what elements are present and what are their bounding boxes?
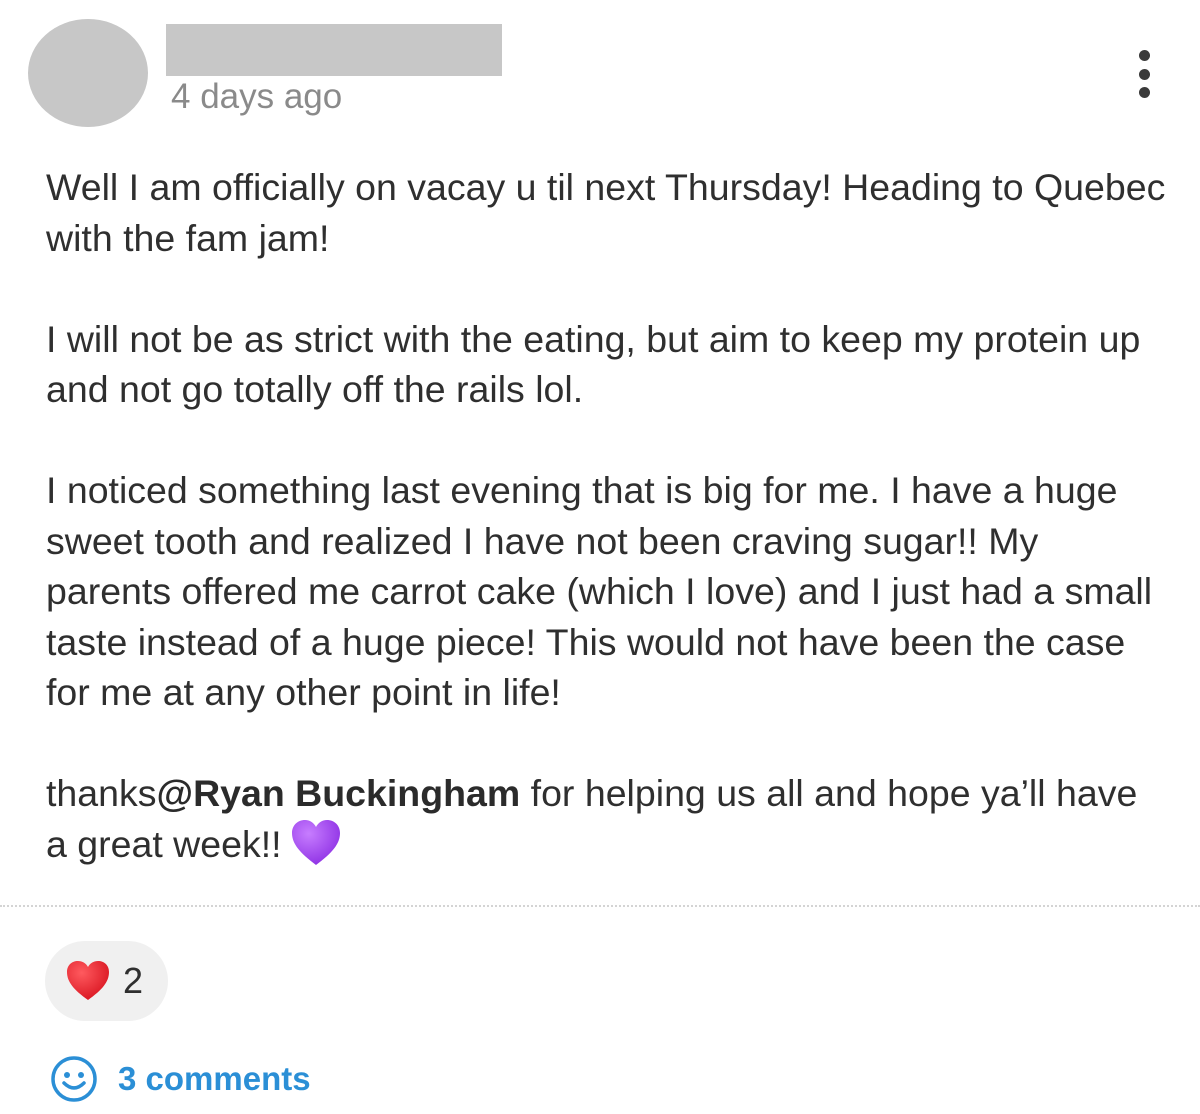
reaction-button[interactable]: 2 (45, 941, 168, 1021)
post-body: Well I am officially on vacay u til next… (46, 162, 1166, 869)
more-options-icon-dot (1138, 68, 1150, 80)
red-heart-icon (67, 961, 109, 1000)
post-paragraph: I will not be as strict with the eating,… (46, 317, 1141, 411)
comments-count-label: 3 comments (118, 1060, 311, 1097)
post-paragraph: thanks@Ryan Buckingham for helping us al… (46, 768, 1166, 869)
post-text: thanks (46, 772, 157, 814)
more-options-icon (1138, 50, 1150, 61)
post-paragraph: I noticed something last evening that is… (46, 469, 1153, 713)
post-paragraph: Well I am officially on vacay u til next… (46, 166, 1166, 259)
more-options-icon-dot (1138, 87, 1150, 98)
comments-link[interactable]: 3 comments (50, 1055, 311, 1103)
smiley-icon (51, 1056, 97, 1102)
reaction-count: 2 (123, 960, 144, 1001)
author-name-redacted[interactable] (166, 24, 502, 76)
divider (0, 905, 1200, 907)
purple-heart-icon (291, 819, 340, 865)
more-options-button[interactable] (1126, 50, 1162, 98)
user-mention-link[interactable]: @Ryan Buckingham (157, 772, 521, 814)
post-timestamp: 4 days ago (171, 77, 343, 116)
avatar[interactable] (28, 19, 148, 127)
